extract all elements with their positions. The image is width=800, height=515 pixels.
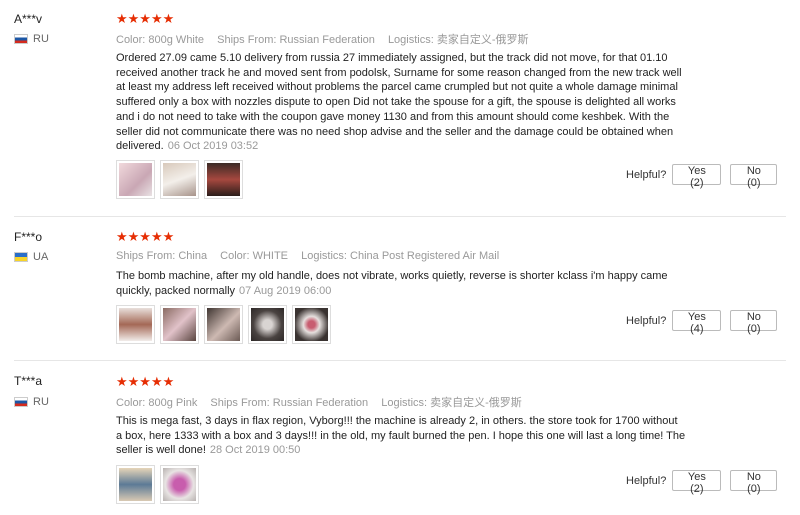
review-photo[interactable]	[160, 465, 199, 504]
review-photos	[116, 465, 199, 504]
review-meta: Ships From: China Color: WHITE Logistics…	[116, 250, 509, 262]
ru-flag-icon	[14, 397, 28, 407]
meta-label: Ships From:	[116, 250, 176, 262]
reviewer-name: T***a	[14, 374, 43, 388]
review-photo[interactable]	[160, 160, 199, 199]
star-rating: ★★★★★	[116, 230, 174, 243]
review-text: This is mega fast, 3 days in flax region…	[116, 414, 686, 458]
no-button[interactable]: No (0)	[730, 164, 778, 189]
review-date: 28 Oct 2019 00:50	[209, 444, 301, 457]
country-code: UA	[33, 251, 49, 263]
meta-label: Logistics:	[387, 34, 434, 46]
review-divider	[14, 360, 786, 361]
star-icon: ★★★★★	[116, 11, 175, 26]
review-body: This is mega fast, 3 days in flax region…	[116, 415, 686, 457]
meta-value: Russian Federation	[272, 397, 369, 409]
ru-flag-icon	[14, 34, 28, 44]
helpful-vote: Helpful? Yes (2) No (0)	[626, 164, 778, 189]
meta-label: Ships From:	[210, 397, 270, 409]
reviewer-name: F***o	[14, 230, 43, 244]
meta-value: 卖家自定义-俄罗斯	[430, 397, 522, 409]
meta-label: Ships From:	[217, 34, 277, 46]
meta-label: Color:	[116, 34, 146, 46]
yes-button[interactable]: Yes (2)	[672, 164, 722, 189]
review-photo[interactable]	[116, 305, 155, 344]
reviewer-name: A***v	[14, 12, 43, 26]
review-photo[interactable]	[204, 305, 243, 344]
review-text: The bomb machine, after my old handle, d…	[116, 269, 686, 298]
review-divider	[14, 216, 786, 217]
review-date: 07 Aug 2019 06:00	[239, 284, 332, 297]
meta-value: 800g White	[148, 34, 205, 46]
star-icon: ★★★★★	[116, 229, 175, 244]
meta-label: Logistics:	[381, 397, 428, 409]
review-body: The bomb machine, after my old handle, d…	[116, 270, 668, 297]
review-photo[interactable]	[204, 160, 243, 199]
yes-button[interactable]: Yes (4)	[672, 310, 722, 335]
review-meta: Color: 800g Pink Ships From: Russian Fed…	[116, 394, 532, 410]
reviewer-country: RU	[14, 396, 49, 408]
review-body: Ordered 27.09 came 5.10 delivery from ru…	[116, 52, 682, 153]
meta-value: Russian Federation	[279, 34, 375, 46]
review-photo[interactable]	[292, 305, 331, 344]
meta-label: Logistics:	[301, 250, 347, 262]
review-photo[interactable]	[116, 160, 155, 199]
meta-value: 800g Pink	[148, 397, 198, 409]
meta-value: WHITE	[252, 250, 289, 262]
helpful-vote: Helpful? Yes (2) No (0)	[626, 470, 778, 495]
reviewer-country: UA	[14, 251, 48, 263]
helpful-label: Helpful?	[626, 474, 667, 487]
no-button[interactable]: No (0)	[730, 470, 778, 495]
no-button[interactable]: No (0)	[730, 310, 778, 335]
review-photo[interactable]	[248, 305, 287, 344]
meta-value: 卖家自定义-俄罗斯	[436, 34, 529, 46]
review-text: Ordered 27.09 came 5.10 delivery from ru…	[116, 51, 686, 154]
helpful-label: Helpful?	[626, 168, 667, 181]
review-date: 06 Oct 2019 03:52	[167, 140, 259, 153]
meta-value: China Post Registered Air Mail	[350, 250, 500, 262]
ua-flag-icon	[14, 252, 28, 262]
helpful-label: Helpful?	[626, 314, 667, 327]
review-photo[interactable]	[116, 465, 155, 504]
star-rating: ★★★★★	[116, 12, 174, 25]
star-icon: ★★★★★	[116, 374, 175, 389]
review-photo[interactable]	[160, 305, 199, 344]
country-code: RU	[33, 33, 49, 45]
meta-value: China	[178, 250, 208, 262]
review-photos	[116, 305, 331, 344]
helpful-vote: Helpful? Yes (4) No (0)	[626, 310, 778, 335]
meta-label: Color:	[116, 397, 146, 409]
reviewer-country: RU	[14, 33, 49, 45]
review-photos	[116, 160, 243, 199]
yes-button[interactable]: Yes (2)	[672, 470, 722, 495]
star-rating: ★★★★★	[116, 375, 174, 388]
country-code: RU	[33, 396, 49, 408]
review-meta: Color: 800g White Ships From: Russian Fe…	[116, 31, 539, 47]
meta-label: Color:	[220, 250, 250, 262]
